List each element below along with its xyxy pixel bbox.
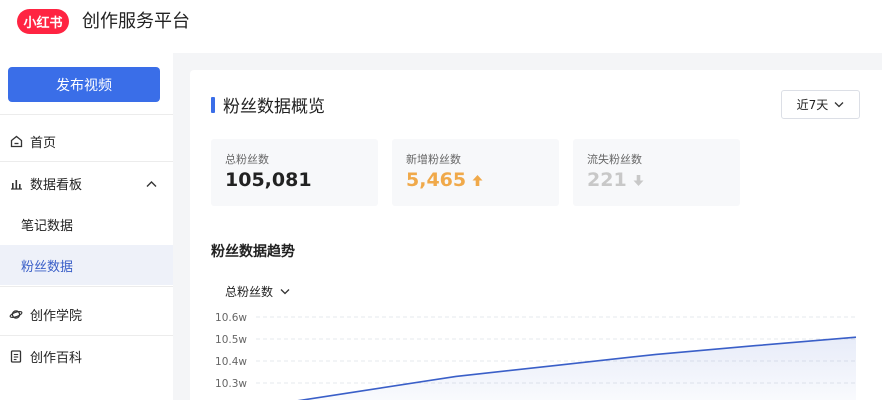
stat-label: 总粉丝数 <box>225 153 269 166</box>
stat-label: 新增粉丝数 <box>406 153 461 166</box>
sidebar: 发布视频 首页 数据看板 笔记数据 粉丝数据 创作学院 创作百科 <box>0 53 173 400</box>
stat-value: 105,081 <box>225 169 312 191</box>
top-bar: 小红书 创作服务平台 <box>0 0 882 53</box>
section-title-text: 粉丝数据概览 <box>223 97 325 117</box>
sidebar-item-note-data[interactable]: 笔记数据 <box>0 204 173 244</box>
sidebar-item-academy[interactable]: 创作学院 <box>0 294 173 334</box>
main-content: 粉丝数据概览 近7天 总粉丝数 105,081 新增粉丝数 5,465 流失粉丝… <box>190 70 882 400</box>
sidebar-divider <box>0 161 173 162</box>
stat-value: 221 <box>587 169 644 191</box>
date-range-label: 近7天 <box>796 98 829 112</box>
sidebar-item-label: 首页 <box>30 135 57 151</box>
fans-trend-chart: 10.6w 10.5w 10.4w 10.3w <box>215 312 857 400</box>
section-title: 粉丝数据概览 <box>211 92 325 117</box>
sidebar-item-label: 创作百科 <box>30 350 83 366</box>
sidebar-item-home[interactable]: 首页 <box>0 121 173 161</box>
stat-card-lost-fans: 流失粉丝数 221 <box>573 139 740 206</box>
trend-title: 粉丝数据趋势 <box>211 244 295 260</box>
document-icon <box>9 349 23 363</box>
chevron-down-icon <box>834 102 844 108</box>
stat-value: 5,465 <box>406 169 483 191</box>
arrow-up-icon <box>472 174 483 186</box>
title-accent-bar <box>211 96 215 113</box>
home-icon <box>9 134 23 148</box>
chevron-up-icon[interactable] <box>146 177 157 192</box>
publish-video-button[interactable]: 发布视频 <box>8 67 160 102</box>
sidebar-item-encyclopedia[interactable]: 创作百科 <box>0 336 173 376</box>
stat-card-total-fans: 总粉丝数 105,081 <box>211 139 378 206</box>
sidebar-divider <box>0 286 173 287</box>
y-tick-label: 10.4w <box>215 356 247 368</box>
arrow-down-icon <box>633 174 644 186</box>
stat-value-text: 5,465 <box>406 169 467 191</box>
bar-chart-icon <box>9 176 23 190</box>
planet-icon <box>9 307 23 321</box>
y-tick-label: 10.6w <box>215 312 247 324</box>
app-title: 创作服务平台 <box>82 11 190 32</box>
stat-card-new-fans: 新增粉丝数 5,465 <box>392 139 559 206</box>
y-tick-label: 10.5w <box>215 334 247 346</box>
metric-select[interactable]: 总粉丝数 <box>225 283 290 300</box>
sidebar-item-fans-data[interactable]: 粉丝数据 <box>0 245 173 285</box>
series-area <box>256 337 856 400</box>
stat-label: 流失粉丝数 <box>587 153 642 166</box>
brand-logo[interactable]: 小红书 <box>17 9 69 34</box>
sidebar-divider <box>0 114 173 115</box>
stat-value-text: 105,081 <box>225 169 312 191</box>
chevron-down-icon <box>280 289 290 295</box>
y-tick-label: 10.3w <box>215 378 247 390</box>
stat-value-text: 221 <box>587 169 627 191</box>
sidebar-item-label: 数据看板 <box>30 177 83 193</box>
sidebar-item-label: 创作学院 <box>30 308 83 324</box>
metric-select-label: 总粉丝数 <box>225 285 274 299</box>
date-range-select[interactable]: 近7天 <box>781 90 860 119</box>
sidebar-item-dashboard[interactable]: 数据看板 <box>0 163 173 203</box>
